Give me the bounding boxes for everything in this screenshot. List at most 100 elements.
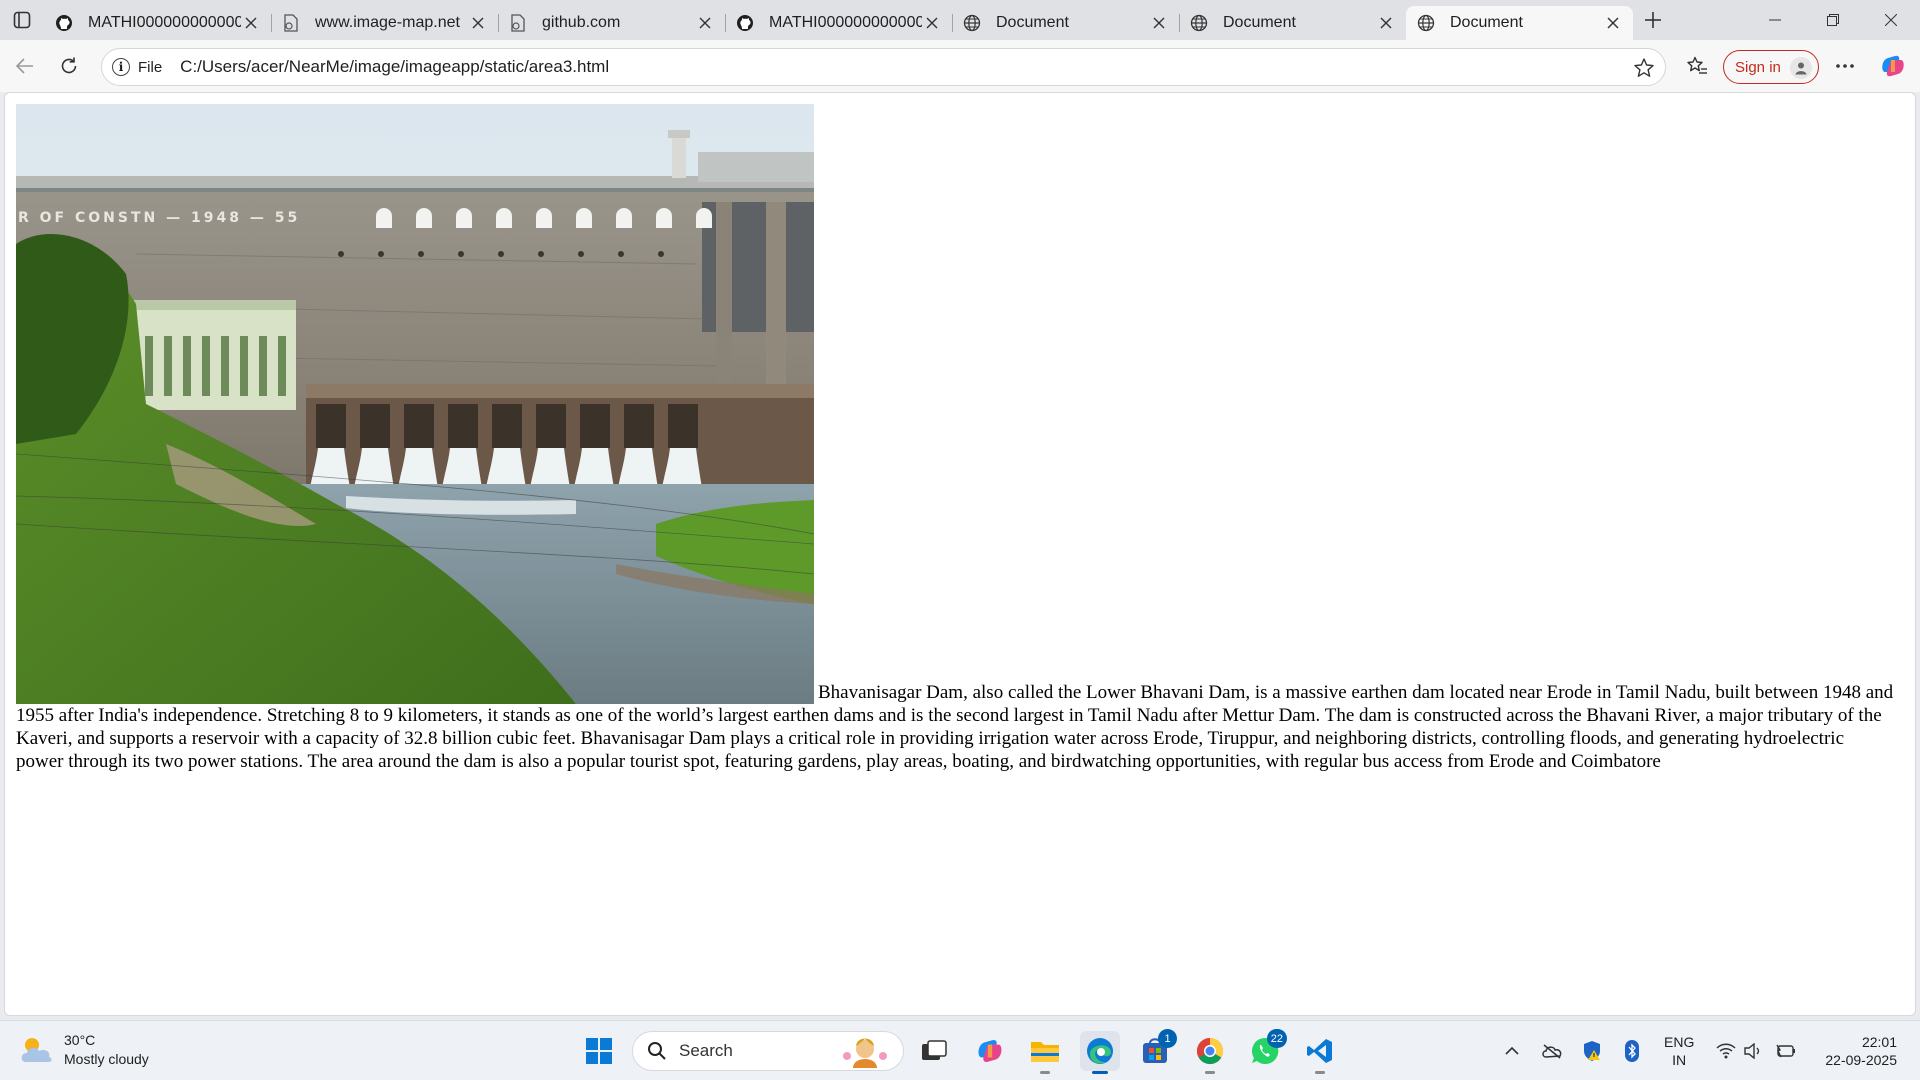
task-view-button[interactable] — [914, 1031, 954, 1071]
running-indicator — [1205, 1071, 1215, 1074]
close-window-button[interactable] — [1862, 0, 1920, 40]
tab-actions-button[interactable] — [0, 0, 44, 40]
search-label: Search — [679, 1041, 733, 1060]
running-indicator — [1040, 1071, 1050, 1074]
sign-in-button[interactable]: Sign in — [1723, 50, 1819, 84]
sign-in-label: Sign in — [1735, 58, 1781, 76]
start-button[interactable] — [579, 1031, 619, 1071]
page-icon — [508, 13, 528, 33]
sluice-gate — [316, 404, 346, 448]
new-tab-button[interactable] — [1633, 0, 1673, 40]
building-window — [221, 336, 229, 396]
input-language-button[interactable]: ENG IN — [1664, 1033, 1694, 1069]
weather-widget[interactable]: 30°C Mostly cloudy — [20, 1031, 149, 1069]
site-info-button[interactable]: i File — [112, 58, 162, 76]
minimize-icon — [1769, 19, 1781, 21]
vscode-button[interactable] — [1300, 1031, 1340, 1074]
dam-vent — [538, 251, 544, 257]
tab-close-button[interactable] — [241, 13, 261, 33]
tab-close-button[interactable] — [695, 13, 715, 33]
back-arrow-icon — [15, 58, 33, 74]
favorites-button[interactable] — [1679, 48, 1715, 84]
whatsapp-button[interactable]: 22 — [1245, 1029, 1287, 1071]
show-hidden-icons-button[interactable] — [1500, 1031, 1524, 1071]
clock-button[interactable]: 22:01 22-09-2025 — [1817, 1033, 1897, 1069]
sluice-gate — [404, 404, 434, 448]
restore-button[interactable] — [1804, 0, 1862, 40]
browser-tab[interactable]: github.com — [498, 6, 725, 40]
dam-vent — [418, 251, 424, 257]
tab-title: Document — [996, 14, 1069, 31]
taskbar-search[interactable]: Search — [632, 1031, 904, 1071]
copilot-taskbar-button[interactable] — [970, 1031, 1010, 1071]
tab-close-button[interactable] — [922, 13, 942, 33]
copilot-button[interactable] — [1875, 48, 1911, 84]
battery-button[interactable] — [1774, 1031, 1798, 1071]
chevron-up-icon — [1505, 1046, 1519, 1055]
folder-icon — [1031, 1042, 1059, 1062]
globe-icon — [1416, 13, 1436, 33]
browser-tab[interactable]: www.image-map.net — [271, 6, 498, 40]
browser-tab[interactable]: Document — [1406, 6, 1633, 40]
refresh-button[interactable] — [47, 46, 91, 86]
wifi-icon — [1716, 1043, 1736, 1059]
wifi-button[interactable] — [1714, 1031, 1738, 1071]
file-explorer-button[interactable] — [1025, 1031, 1065, 1074]
page-content: R OF CONSTN — 1948 — 55 Bhavanisagar Dam… — [16, 104, 1896, 773]
speaker-icon — [1744, 1043, 1760, 1059]
onedrive-button[interactable] — [1540, 1031, 1564, 1071]
sluice-gate — [492, 404, 522, 448]
tab-close-button[interactable] — [1603, 13, 1623, 33]
clock-date: 22-09-2025 — [1825, 1052, 1897, 1068]
dam-photo: R OF CONSTN — 1948 — 55 — [16, 104, 814, 704]
browser-toolbar: i File C:/Users/acer/NearMe/image/imagea… — [0, 40, 1920, 92]
dam-arch — [656, 208, 672, 228]
whatsapp-badge: 22 — [1266, 1029, 1287, 1048]
store-button[interactable]: 1 — [1135, 1029, 1177, 1071]
star-icon — [1634, 58, 1654, 77]
tab-strip: MATHI0000000000000 www.image-map.net githu… — [0, 0, 1920, 40]
weather-condition: Mostly cloudy — [64, 1051, 149, 1067]
minimize-button[interactable] — [1746, 0, 1804, 40]
tab-title: Document — [1223, 14, 1296, 31]
more-options-button[interactable] — [1827, 48, 1863, 84]
browser-tab[interactable]: Document — [1179, 6, 1406, 40]
github-icon — [54, 13, 74, 33]
address-bar[interactable]: i File C:/Users/acer/NearMe/image/imagea… — [101, 48, 1666, 86]
building-window — [240, 336, 248, 396]
edge-icon — [1087, 1038, 1113, 1064]
favorite-star-button[interactable] — [1633, 57, 1655, 84]
browser-tab[interactable]: MATHI0000000000000 — [725, 6, 952, 40]
tab-title: Document — [1450, 14, 1523, 31]
dam-vent — [658, 251, 664, 257]
volume-button[interactable] — [1742, 1031, 1766, 1071]
chrome-button[interactable] — [1190, 1031, 1230, 1074]
close-icon — [1153, 17, 1165, 29]
security-button[interactable] — [1580, 1031, 1604, 1071]
back-button[interactable] — [3, 46, 47, 86]
tab-close-button[interactable] — [1376, 13, 1396, 33]
browser-tab[interactable]: Document — [952, 6, 1179, 40]
edge-taskbar-button[interactable] — [1080, 1031, 1120, 1074]
dam-arch — [416, 208, 432, 228]
close-icon — [472, 17, 484, 29]
tab-title: www.image-map.net — [315, 14, 460, 31]
refresh-icon — [61, 57, 77, 74]
clock-time: 22:01 — [1861, 1034, 1897, 1050]
building-window — [278, 336, 286, 396]
sluice-gate — [360, 404, 390, 448]
shield-warning-icon — [1584, 1041, 1600, 1061]
bluetooth-icon — [1625, 1040, 1639, 1062]
bluetooth-button[interactable] — [1620, 1031, 1644, 1071]
tab-close-button[interactable] — [468, 13, 488, 33]
copilot-icon — [978, 1040, 1002, 1062]
dam-arch — [456, 208, 472, 228]
building-window — [183, 336, 191, 396]
tab-title: MATHI0000000000000 — [88, 14, 241, 31]
tab-close-button[interactable] — [1149, 13, 1169, 33]
active-indicator — [1092, 1071, 1108, 1074]
tab-title: MATHI0000000000000 — [769, 14, 922, 31]
close-icon — [245, 17, 257, 29]
url-text[interactable]: C:/Users/acer/NearMe/image/imageapp/stat… — [180, 57, 609, 77]
browser-tab[interactable]: MATHI0000000000000 — [44, 6, 271, 40]
